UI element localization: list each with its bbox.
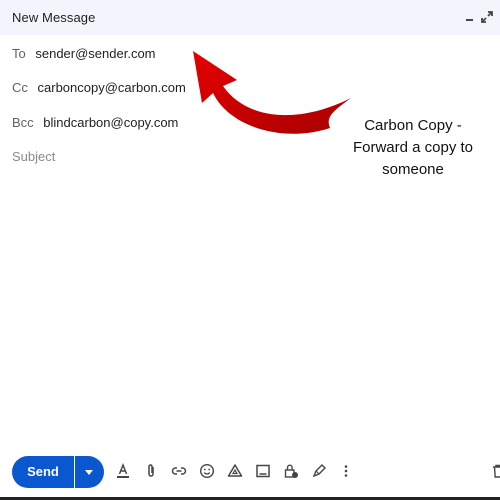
annotation-line: someone (382, 161, 444, 178)
pen-icon[interactable] (310, 462, 328, 480)
trash-icon[interactable] (489, 462, 500, 480)
cc-recipient[interactable]: carboncopy@carbon.com (38, 80, 186, 95)
lock-clock-icon[interactable] (282, 462, 300, 480)
to-recipient[interactable]: sender@sender.com (35, 46, 155, 61)
emoji-icon[interactable] (198, 462, 216, 480)
bcc-field[interactable]: Bcc blindcarbon@copy.com (12, 115, 178, 130)
bcc-label: Bcc (12, 115, 34, 130)
more-vert-icon[interactable] (337, 462, 355, 480)
cc-label: Cc (12, 80, 28, 95)
to-field[interactable]: To sender@sender.com (12, 46, 156, 61)
compose-toolbar: Send (0, 454, 500, 490)
expand-icon[interactable] (481, 11, 493, 23)
subject-input[interactable]: Subject (12, 149, 55, 164)
cc-field[interactable]: Cc carboncopy@carbon.com (12, 80, 186, 95)
annotation-text: Carbon Copy - Forward a copy to someone (340, 115, 486, 181)
link-icon[interactable] (170, 462, 188, 480)
paperclip-icon[interactable] (142, 462, 160, 480)
annotation-line: Carbon Copy - (364, 117, 462, 134)
to-label: To (12, 46, 26, 61)
send-button[interactable]: Send (12, 456, 74, 488)
bcc-recipient[interactable]: blindcarbon@copy.com (43, 115, 178, 130)
drive-icon[interactable] (226, 462, 244, 480)
annotation-arrow-icon (193, 51, 351, 134)
compose-title: New Message (12, 10, 96, 25)
image-icon[interactable] (254, 462, 272, 480)
minimize-icon[interactable] (464, 11, 476, 23)
text-format-icon[interactable] (114, 462, 132, 480)
annotation-line: Forward a copy to (352, 139, 474, 156)
compose-header: New Message (0, 0, 500, 35)
schedule-send-dropdown[interactable] (75, 456, 104, 488)
